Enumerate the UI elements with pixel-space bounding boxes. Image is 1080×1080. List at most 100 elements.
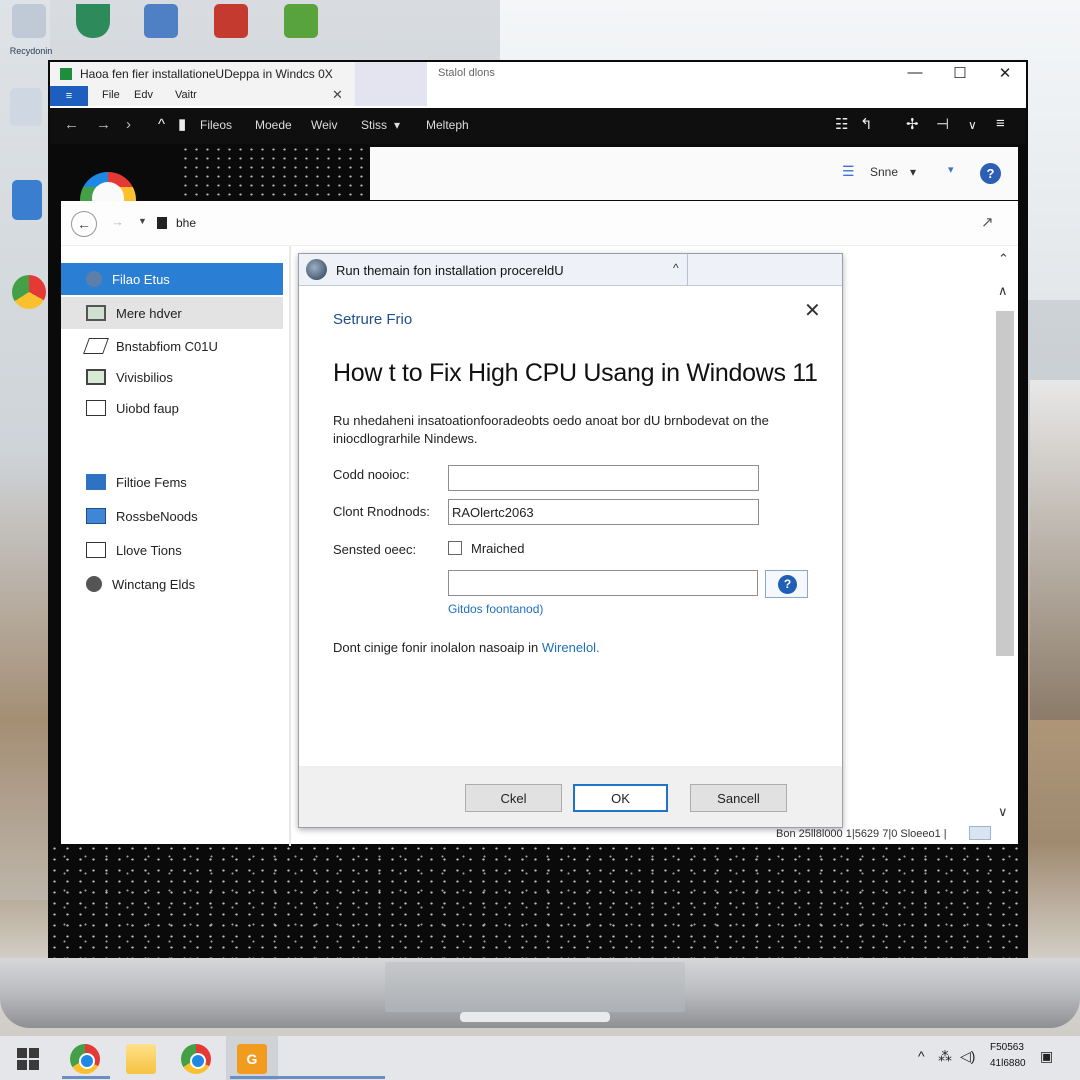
sort-list-icon[interactable]: ☰	[842, 163, 855, 180]
matched-checkbox[interactable]	[448, 541, 462, 555]
collapse-icon[interactable]: ^	[673, 261, 679, 275]
chrome-desktop-icon[interactable]	[12, 275, 46, 309]
notification-icon[interactable]: ▣	[1040, 1048, 1053, 1065]
client-input[interactable]	[448, 499, 759, 525]
sidebar-item-favorites[interactable]: Filtioe Fems	[61, 466, 283, 498]
expand-icon[interactable]: ↗	[981, 213, 994, 231]
screen-wallpaper	[48, 843, 1028, 963]
sidebar-item-settings[interactable]: Winctang Elds	[61, 568, 283, 600]
tab-main[interactable]: Haoa fen fier installationeUDeppa in Win…	[50, 62, 355, 106]
back-button[interactable]: ←	[71, 211, 97, 237]
wallpaper-stars	[180, 145, 370, 200]
list-view-icon[interactable]: ☷	[835, 115, 848, 133]
tray-chevron-icon[interactable]: ^	[918, 1048, 925, 1064]
forward-icon[interactable]: →	[111, 214, 124, 229]
address-text[interactable]: bhe	[176, 216, 196, 230]
note-link[interactable]: Wirenelol.	[542, 640, 600, 655]
hamburger-menu-icon[interactable]: ≡	[996, 115, 1005, 132]
forward-arrow-icon[interactable]: →	[96, 116, 111, 133]
chevron-down-icon[interactable]: ▾	[948, 163, 954, 176]
close-icon[interactable]: ✕	[332, 87, 343, 103]
sort-dropdown[interactable]: Snne	[870, 165, 898, 179]
tool-app-icon[interactable]	[284, 4, 318, 38]
guide-link[interactable]: Gitdos foontanod)	[448, 602, 543, 616]
view-toggle-icon[interactable]	[969, 826, 991, 840]
pane-divider[interactable]	[289, 246, 291, 846]
drive-icon	[86, 271, 102, 287]
orange-app-icon[interactable]: G	[237, 1044, 267, 1074]
up-arrow-icon[interactable]: ^	[158, 116, 165, 133]
folder-app-icon[interactable]	[144, 4, 178, 38]
code-input[interactable]	[448, 465, 759, 491]
volume-icon[interactable]: ◁)	[960, 1048, 975, 1065]
scroll-up-icon[interactable]: ⌃	[998, 251, 1009, 267]
scroll-up-icon[interactable]: ∧	[998, 283, 1008, 299]
sidebar-item-label: RossbeNoods	[116, 508, 198, 524]
taskbar: G ^ ⁂ ◁) F50563 41l6880 ▣	[0, 1036, 1080, 1080]
clock-time[interactable]: F50563	[990, 1042, 1024, 1053]
menu-home-button[interactable]: ≡	[50, 86, 88, 106]
sidebar-item-folder[interactable]: Uiobd faup	[61, 392, 283, 424]
split-icon[interactable]: ⊣	[936, 115, 949, 133]
sidebar-item-more[interactable]: Mere hdver	[61, 297, 283, 329]
undo-icon[interactable]: ↰	[860, 115, 873, 133]
help-button[interactable]: ?	[765, 570, 808, 598]
nav-file[interactable]: Fileos	[200, 118, 232, 132]
sort-dropdown-chevron[interactable]: ▾	[910, 165, 916, 179]
tab-third-title[interactable]: Stalol dlons	[438, 67, 495, 79]
nav-view[interactable]: Weiv	[311, 118, 337, 132]
chevron-down-icon[interactable]: ∨	[968, 118, 977, 132]
titlebar-divider	[687, 254, 688, 286]
scroll-down-icon[interactable]: ∨	[998, 804, 1008, 820]
clock-date[interactable]: 41l6880	[990, 1058, 1026, 1069]
disk-icon	[83, 338, 109, 354]
cancel-button[interactable]: Ckel	[465, 784, 562, 812]
sidebar-item-files[interactable]: Filao Etus	[61, 263, 283, 295]
shield-app-icon[interactable]	[76, 4, 110, 38]
network-icon[interactable]: ⁂	[938, 1048, 952, 1065]
tab-secondary[interactable]	[355, 62, 427, 106]
windows-start-icon[interactable]	[17, 1048, 39, 1070]
nav-help[interactable]: Melteph	[426, 118, 469, 132]
chevron-right-icon[interactable]: ›	[126, 116, 131, 133]
minimize-button[interactable]: —	[903, 64, 927, 81]
menu-view[interactable]: Vaitr	[175, 89, 197, 101]
menu-file[interactable]: File	[102, 89, 120, 101]
dialog-titlebar[interactable]: Run themain fon installation procereldU …	[299, 254, 842, 286]
chrome-icon[interactable]	[181, 1044, 211, 1074]
dialog-close-button[interactable]: ✕	[804, 298, 821, 323]
sidebar-item-label: Filao Etus	[112, 271, 170, 287]
ok-button[interactable]: OK	[573, 784, 668, 812]
nav-sort-chevron[interactable]: ▾	[394, 118, 400, 132]
folder-icon	[86, 400, 106, 416]
desktop-app-icon[interactable]	[12, 180, 42, 220]
extra-input[interactable]	[448, 570, 758, 596]
chevron-down-icon[interactable]: ▼	[138, 216, 147, 226]
desktop-app-icon[interactable]	[10, 88, 42, 126]
sidebar-item-disk[interactable]: Bnstabfiom C01U	[61, 330, 283, 362]
other-cancel-button[interactable]: Sancell	[690, 784, 787, 812]
app-badge-icon	[60, 68, 72, 80]
document-app-icon[interactable]	[214, 4, 248, 38]
help-icon[interactable]: ?	[980, 163, 1001, 184]
recycle-bin-icon[interactable]	[12, 4, 46, 38]
document-icon: ▮	[178, 116, 187, 133]
maximize-button[interactable]: ☐	[948, 64, 972, 82]
active-indicator	[62, 1076, 110, 1079]
sidebar-item-network[interactable]: RossbeNoods	[61, 500, 283, 532]
gear-icon	[86, 576, 102, 592]
scrollbar-thumb[interactable]	[996, 311, 1014, 656]
nav-sort[interactable]: Stiss	[361, 118, 387, 132]
nav-mode[interactable]: Moede	[255, 118, 292, 132]
close-window-button[interactable]: ✕	[993, 64, 1017, 82]
file-explorer-icon[interactable]	[126, 1044, 156, 1074]
status-bar-text: Bon 25ll8l000 1|5629 7|0 Sloeeo1 |	[776, 828, 947, 840]
sparkle-icon[interactable]: ✢	[906, 115, 919, 133]
sidebar-item-display[interactable]: Vivisbilios	[61, 361, 283, 393]
sidebar-item-label: Bnstabfiom C01U	[116, 338, 218, 354]
back-arrow-icon[interactable]: ←	[64, 116, 79, 133]
menu-edit[interactable]: Edv	[134, 89, 153, 101]
chrome-icon[interactable]	[70, 1044, 100, 1074]
sidebar-item-locations[interactable]: Llove Tions	[61, 534, 283, 566]
dialog-note: Dont cinige fonir inolalon nasoaip in Wi…	[333, 640, 600, 655]
